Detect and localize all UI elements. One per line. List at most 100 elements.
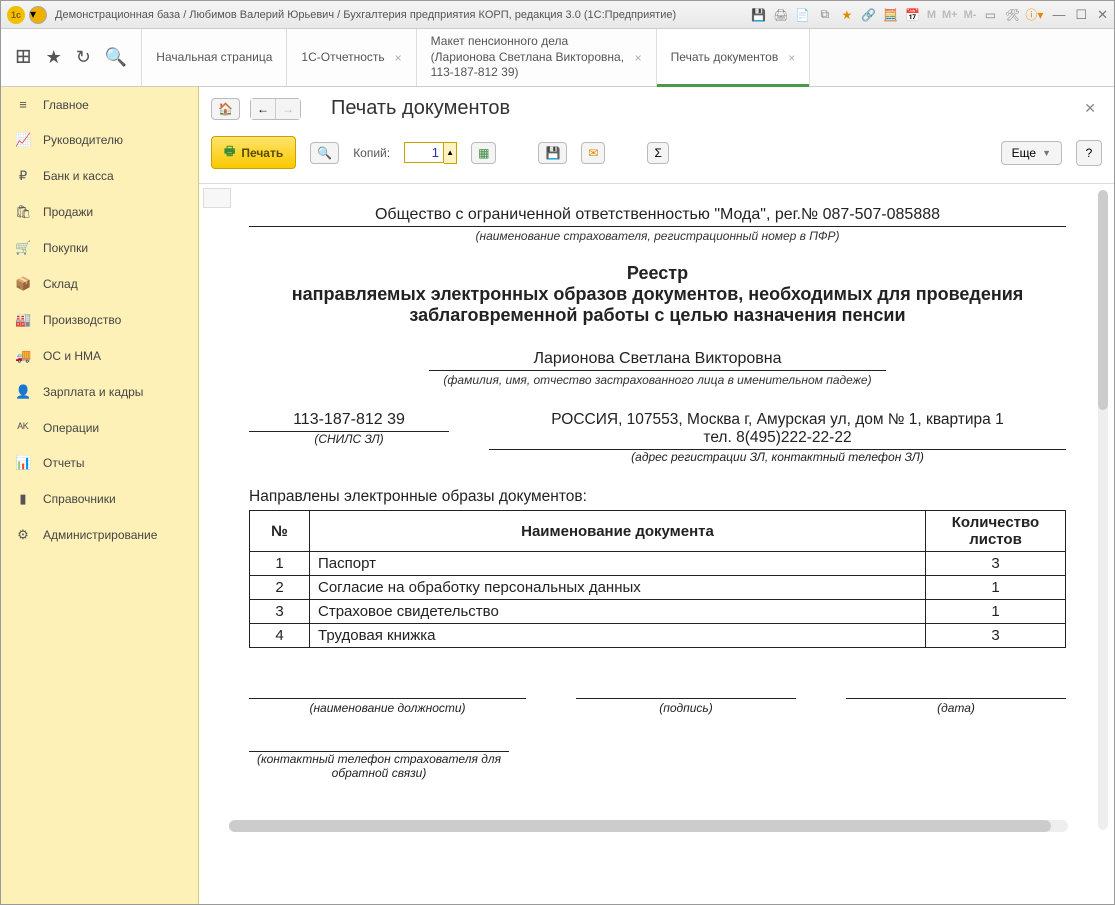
sidebar-item[interactable]: ⚙Администрирование — [1, 517, 198, 553]
address-line1: РОССИЯ, 107553, Москва г, Амурская ул, д… — [489, 411, 1066, 429]
printed-document: Общество с ограниченной ответственностью… — [229, 190, 1086, 810]
print-run-icon: 🖶 — [224, 142, 235, 163]
apps-icon[interactable]: 𐌎 — [15, 47, 32, 68]
sidebar-item[interactable]: ᴬᴷОперации — [1, 410, 198, 445]
print-button-label: Печать — [241, 146, 283, 160]
save-file-button[interactable]: 💾 — [538, 142, 567, 164]
tab[interactable]: 1С-Отчетность× — [286, 29, 415, 86]
sidebar-item[interactable]: 📈Руководителю — [1, 122, 198, 158]
memory-mminus[interactable]: M- — [964, 9, 977, 21]
tab-label: Печать документов — [671, 50, 779, 66]
sidebar-item[interactable]: ₽ Банк и касса — [1, 158, 198, 194]
address-block: РОССИЯ, 107553, Москва г, Амурская ул, д… — [489, 411, 1066, 464]
sidebar-item-icon: ⚙ — [15, 527, 31, 543]
sidebar-item-label: Продажи — [43, 205, 93, 219]
document-viewport[interactable]: Общество с ограниченной ответственностью… — [199, 184, 1114, 904]
tab[interactable]: Макет пенсионного дела (Ларионова Светла… — [416, 29, 656, 86]
sheet-corner[interactable] — [203, 188, 231, 208]
memory-m[interactable]: M — [927, 9, 936, 21]
favorite-icon[interactable]: ★ — [839, 7, 855, 23]
sidebar-item-icon: 🏭 — [15, 312, 31, 328]
copies-up[interactable]: ▲ — [444, 143, 456, 163]
sidebar-item-label: Склад — [43, 277, 78, 291]
sidebar-item-label: Справочники — [43, 492, 116, 506]
sidebar-item-icon: ₽ — [15, 168, 31, 184]
horizontal-scrollbar[interactable] — [229, 820, 1068, 832]
sidebar-item[interactable]: 🛍 Продажи — [1, 194, 198, 230]
preview-button[interactable]: 🔍 — [310, 142, 339, 164]
link-icon[interactable]: 🔗 — [861, 7, 877, 23]
sidebar-item-label: Отчеты — [43, 456, 84, 470]
print-icon[interactable]: 🖨 — [773, 7, 789, 23]
doc-icon[interactable]: 📄 — [795, 7, 811, 23]
contact-block: (контактный телефон страхователя для обр… — [249, 751, 509, 780]
more-button[interactable]: Еще▼ — [1001, 141, 1062, 165]
sidebar-item[interactable]: 🛒Покупки — [1, 230, 198, 266]
tab-close-icon[interactable]: × — [635, 51, 642, 65]
sidebar-item[interactable]: 🏭 Производство — [1, 302, 198, 338]
window-title: Демонстрационная база / Любимов Валерий … — [55, 9, 751, 21]
sidebar-item-label: Главное — [43, 98, 89, 112]
calendar-icon[interactable]: 📅 — [905, 7, 921, 23]
sidebar-item[interactable]: 📦Склад — [1, 266, 198, 302]
sidebar-item-label: Операции — [43, 421, 99, 435]
history-icon[interactable]: ↻ — [76, 47, 91, 68]
sidebar-item-icon: 🛍 — [15, 204, 31, 220]
sidebar-item[interactable]: 📊 Отчеты — [1, 445, 198, 481]
memory-mplus[interactable]: M+ — [942, 9, 958, 21]
panel-icon[interactable]: ▭ — [982, 7, 998, 23]
table-row: 4Трудовая книжка3 — [250, 624, 1066, 648]
table-settings-button[interactable]: ▦ — [471, 142, 496, 164]
nav-back[interactable]: ← — [251, 99, 276, 119]
sidebar-item[interactable]: 🚚ОС и НМА — [1, 338, 198, 374]
table-row: 1Паспорт3 — [250, 552, 1066, 576]
snils-caption: (СНИЛС ЗЛ) — [249, 432, 449, 446]
doc-heading: Реестр направляемых электронных образов … — [289, 263, 1026, 326]
sidebar-item-label: Банк и касса — [43, 169, 114, 183]
tab-label: Макет пенсионного дела (Ларионова Светла… — [431, 34, 625, 81]
horizontal-scrollbar-thumb[interactable] — [229, 820, 1051, 832]
tab[interactable]: Начальная страница — [141, 29, 286, 86]
save-icon[interactable]: 💾 — [751, 7, 767, 23]
compare-icon[interactable]: ⧉ — [817, 7, 833, 23]
top-nav: 𐌎 ★ ↻ 🔍 Начальная страница1С-Отчетность×… — [1, 29, 1114, 87]
page-close[interactable]: ✕ — [1078, 100, 1102, 117]
sidebar-item-label: Руководителю — [43, 133, 123, 147]
tab-close-icon[interactable]: × — [788, 51, 795, 65]
sidebar-item[interactable]: 👤Зарплата и кадры — [1, 374, 198, 410]
vertical-scrollbar-thumb[interactable] — [1098, 190, 1108, 410]
dropdown-circle-icon[interactable]: ▾ — [29, 6, 47, 24]
sidebar-item[interactable]: ▮Справочники — [1, 481, 198, 517]
app-logo-icon: 1c — [7, 6, 25, 24]
tools-icon[interactable]: 🛠 — [1004, 7, 1020, 23]
search-icon[interactable]: 🔍 — [105, 47, 127, 68]
star-icon[interactable]: ★ — [46, 47, 62, 68]
person-caption: (фамилия, имя, отчество застрахованного … — [249, 373, 1066, 387]
copies-input[interactable] — [404, 142, 444, 163]
info-icon[interactable]: ⓘ▾ — [1026, 7, 1042, 23]
snils-value: 113-187-812 39 — [249, 411, 449, 432]
window-minimize[interactable]: — — [1052, 7, 1065, 22]
print-button[interactable]: 🖶 Печать — [211, 136, 296, 169]
table-lead: Направлены электронные образы документов… — [249, 488, 1066, 506]
tab-close-icon[interactable]: × — [395, 51, 402, 65]
sidebar-item-icon: 📊 — [15, 455, 31, 471]
table-row: 3Страховое свидетельство1 — [250, 600, 1066, 624]
sidebar-item-icon: 🚚 — [15, 348, 31, 364]
calc-icon[interactable]: 🧮 — [883, 7, 899, 23]
home-button[interactable]: 🏠 — [211, 98, 240, 120]
email-button[interactable]: ✉ — [581, 142, 605, 164]
window-maximize[interactable]: ☐ — [1075, 7, 1087, 23]
person-name: Ларионова Светлана Викторовна — [429, 350, 886, 371]
print-toolbar: 🖶 Печать 🔍 Копий: ▲ ▦ 💾 ✉ Σ Еще▼ ? — [199, 130, 1114, 184]
sum-button[interactable]: Σ — [647, 142, 668, 164]
col-name: Наименование документа — [310, 511, 926, 552]
tab[interactable]: Печать документов × — [656, 29, 811, 86]
window-close[interactable]: ✕ — [1097, 7, 1108, 23]
sidebar-item[interactable]: ≡Главное — [1, 87, 198, 122]
sidebar-item-label: Производство — [43, 313, 121, 327]
copies-label: Копий: — [353, 146, 390, 160]
table-row: 2Согласие на обработку персональных данн… — [250, 576, 1066, 600]
help-button[interactable]: ? — [1076, 140, 1102, 166]
window-titlebar: 1c ▾ Демонстрационная база / Любимов Вал… — [1, 1, 1114, 29]
